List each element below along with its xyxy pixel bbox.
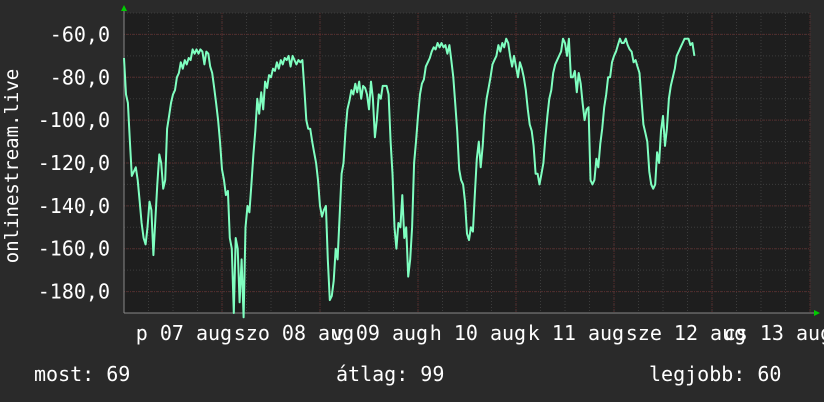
best-value: legjobb: 60 bbox=[649, 362, 782, 386]
y-tick-label: -160,0 bbox=[38, 237, 110, 261]
average-value: átlag: 99 bbox=[336, 362, 445, 386]
y-axis-label: onlinestream.live bbox=[1, 69, 23, 263]
x-tick-label: k 11 aug bbox=[528, 321, 624, 345]
x-tick-label: cs 13 aug bbox=[724, 321, 824, 345]
x-tick-label: h 10 aug bbox=[430, 321, 526, 345]
y-axis-ticks: -60,0 -80,0 -100,0 -120,0 -140,0 -160,0 -180,0 bbox=[38, 22, 110, 303]
x-tick-label: v 09 aug bbox=[332, 321, 428, 345]
y-tick-label: -80,0 bbox=[50, 65, 110, 89]
y-tick-label: -120,0 bbox=[38, 151, 110, 175]
x-tick-label: p 07 aug bbox=[136, 321, 232, 345]
y-tick-label: -60,0 bbox=[50, 22, 110, 46]
y-axis-arrow bbox=[121, 5, 127, 11]
y-tick-label: -180,0 bbox=[38, 280, 110, 304]
y-tick-label: -100,0 bbox=[38, 108, 110, 132]
current-value: most: 69 bbox=[34, 362, 131, 386]
chart-root: -60,0 -80,0 -100,0 -120,0 -140,0 -160,0 -180,0… bbox=[0, 0, 824, 402]
x-axis-ticks: p 07 aug szo 08 augv 09 aug h 10 aug k 11 a… bbox=[136, 321, 824, 345]
x-axis-arrow bbox=[814, 310, 820, 316]
line-chart: -60,0 -80,0 -100,0 -120,0 -140,0 -160,0 -180,0… bbox=[1, 5, 824, 345]
y-tick-label: -140,0 bbox=[38, 194, 110, 218]
